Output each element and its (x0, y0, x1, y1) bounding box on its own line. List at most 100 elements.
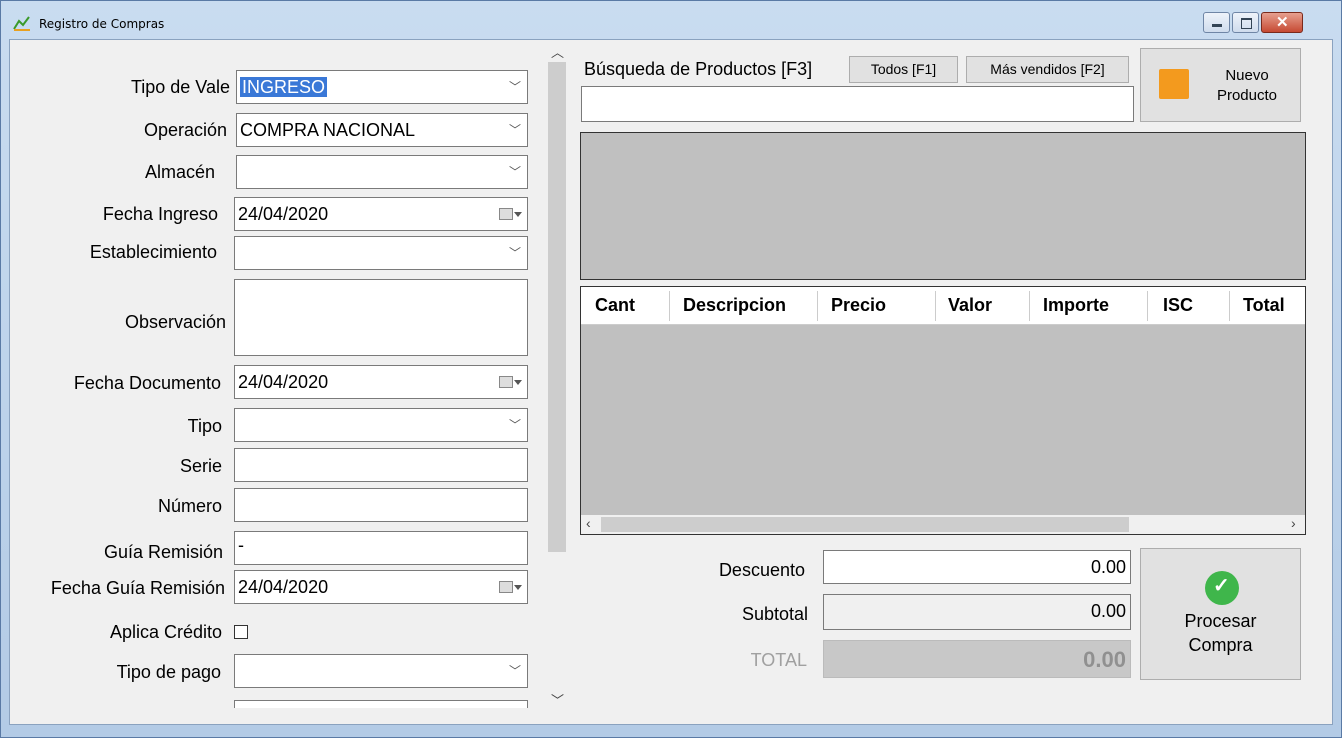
descuento-input[interactable]: 0.00 (823, 550, 1131, 584)
scroll-thumb[interactable] (548, 62, 566, 552)
title-bar[interactable]: Registro de Compras ✕ (1, 1, 1341, 39)
establecimiento-label: Establecimiento (89, 242, 217, 262)
hscroll-thumb[interactable] (601, 517, 1129, 532)
fecha-documento-value: 24/04/2020 (238, 372, 329, 392)
calendar-icon[interactable] (499, 376, 522, 388)
guia-remision-input[interactable]: - (234, 531, 528, 565)
chevron-down-icon: ﹀ (508, 246, 521, 260)
todos-button[interactable]: Todos [F1] (849, 56, 958, 83)
subtotal-label: Subtotal (741, 604, 808, 624)
tipo-pago-label: Tipo de pago (116, 662, 221, 682)
tipo-label: Tipo (187, 416, 222, 436)
col-precio[interactable]: Precio (831, 295, 886, 316)
tipo-pago-select[interactable]: ﹀ (234, 654, 528, 688)
client-area: Tipo de Vale INGRESO ﹀ Operación COMPRA … (9, 39, 1333, 725)
almacen-select[interactable]: ﹀ (236, 155, 528, 189)
col-divider (669, 291, 670, 321)
scroll-right-icon[interactable]: › (1291, 515, 1296, 531)
tipo-vale-label: Tipo de Vale (130, 77, 230, 97)
grid-header: Cant Descripcion Precio Valor Importe IS… (581, 287, 1305, 325)
col-isc[interactable]: ISC (1163, 295, 1193, 316)
results-panel[interactable] (580, 132, 1306, 280)
app-window: Registro de Compras ✕ Tipo de Vale INGRE… (0, 0, 1342, 738)
maximize-icon (1241, 18, 1252, 29)
procesar-label: Procesar (1184, 611, 1257, 631)
col-divider (1147, 291, 1148, 321)
total-field: 0.00 (823, 640, 1131, 678)
tipo-vale-select[interactable]: INGRESO ﹀ (236, 70, 528, 104)
col-divider (935, 291, 936, 321)
operacion-value: COMPRA NACIONAL (240, 120, 416, 140)
chevron-down-icon: ﹀ (508, 165, 521, 179)
nuevo-label: Nuevo (1225, 67, 1269, 84)
check-icon: ✓ (1205, 571, 1239, 605)
grid-horizontal-scrollbar[interactable]: ‹ › (581, 515, 1305, 534)
numero-input[interactable] (234, 488, 528, 522)
total-label: TOTAL (750, 650, 807, 670)
col-total[interactable]: Total (1243, 295, 1285, 316)
scroll-up-icon[interactable]: ︿ (551, 42, 564, 61)
producto-label: Producto (1216, 87, 1278, 104)
minimize-button[interactable] (1203, 12, 1230, 33)
descuento-label: Descuento (718, 560, 805, 580)
mas-vendidos-button[interactable]: Más vendidos [F2] (966, 56, 1129, 83)
chevron-down-icon: ﹀ (508, 418, 521, 432)
nuevo-producto-button[interactable]: Nuevo Producto (1140, 48, 1301, 122)
col-divider (1029, 291, 1030, 321)
operacion-select[interactable]: COMPRA NACIONAL ﹀ (236, 113, 528, 147)
window-title: Registro de Compras (39, 17, 165, 31)
partial-field[interactable] (234, 700, 528, 708)
col-divider (817, 291, 818, 321)
col-valor[interactable]: Valor (948, 295, 992, 316)
minimize-icon (1212, 24, 1222, 27)
close-icon: ✕ (1276, 14, 1289, 31)
col-cant[interactable]: Cant (595, 295, 635, 316)
fecha-ingreso-label: Fecha Ingreso (102, 204, 218, 224)
observacion-textarea[interactable] (234, 279, 528, 356)
fecha-ingreso-value: 24/04/2020 (238, 204, 329, 224)
aplica-credito-checkbox[interactable] (234, 625, 248, 639)
search-input[interactable] (581, 86, 1134, 122)
aplica-credito-label: Aplica Crédito (109, 622, 222, 642)
detail-grid[interactable]: Cant Descripcion Precio Valor Importe IS… (580, 286, 1306, 535)
operacion-label: Operación (143, 120, 227, 140)
col-descripcion[interactable]: Descripcion (683, 295, 786, 316)
form-vertical-scrollbar[interactable]: ︿ ﹀ (548, 42, 568, 712)
fecha-guia-label: Fecha Guía Remisión (50, 578, 225, 598)
establecimiento-select[interactable]: ﹀ (234, 236, 528, 270)
busqueda-label: Búsqueda de Productos [F3] (584, 59, 813, 79)
close-button[interactable]: ✕ (1261, 12, 1303, 33)
subtotal-value: 0.00 (1090, 601, 1126, 621)
subtotal-field: 0.00 (823, 594, 1131, 630)
tipo-select[interactable]: ﹀ (234, 408, 528, 442)
box-icon (1159, 69, 1189, 99)
calendar-icon[interactable] (499, 581, 522, 593)
fecha-documento-picker[interactable]: 24/04/2020 (234, 365, 528, 399)
fecha-guia-picker[interactable]: 24/04/2020 (234, 570, 528, 604)
calendar-icon[interactable] (499, 208, 522, 220)
guia-remision-value: - (238, 535, 244, 555)
chevron-down-icon: ﹀ (508, 123, 521, 137)
tipo-vale-value: INGRESO (240, 77, 328, 97)
serie-label: Serie (179, 456, 222, 476)
fecha-guia-value: 24/04/2020 (238, 577, 329, 597)
numero-label: Número (157, 496, 222, 516)
total-value: 0.00 (1083, 647, 1126, 672)
almacen-label: Almacén (144, 162, 215, 182)
guia-remision-label: Guía Remisión (103, 542, 223, 562)
col-importe[interactable]: Importe (1043, 295, 1109, 316)
descuento-value: 0.00 (1090, 557, 1126, 577)
chart-icon (13, 16, 30, 31)
fecha-documento-label: Fecha Documento (73, 373, 221, 393)
procesar-compra-button[interactable]: ✓ Procesar Compra (1140, 548, 1301, 680)
chevron-down-icon: ﹀ (508, 80, 521, 94)
col-divider (1229, 291, 1230, 321)
scroll-left-icon[interactable]: ‹ (586, 515, 591, 531)
compra-label: Compra (1188, 635, 1253, 655)
scroll-down-icon[interactable]: ﹀ (551, 690, 564, 709)
fecha-ingreso-picker[interactable]: 24/04/2020 (234, 197, 528, 231)
observacion-label: Observación (124, 312, 226, 332)
chevron-down-icon: ﹀ (508, 664, 521, 678)
serie-input[interactable] (234, 448, 528, 482)
maximize-button[interactable] (1232, 12, 1259, 33)
